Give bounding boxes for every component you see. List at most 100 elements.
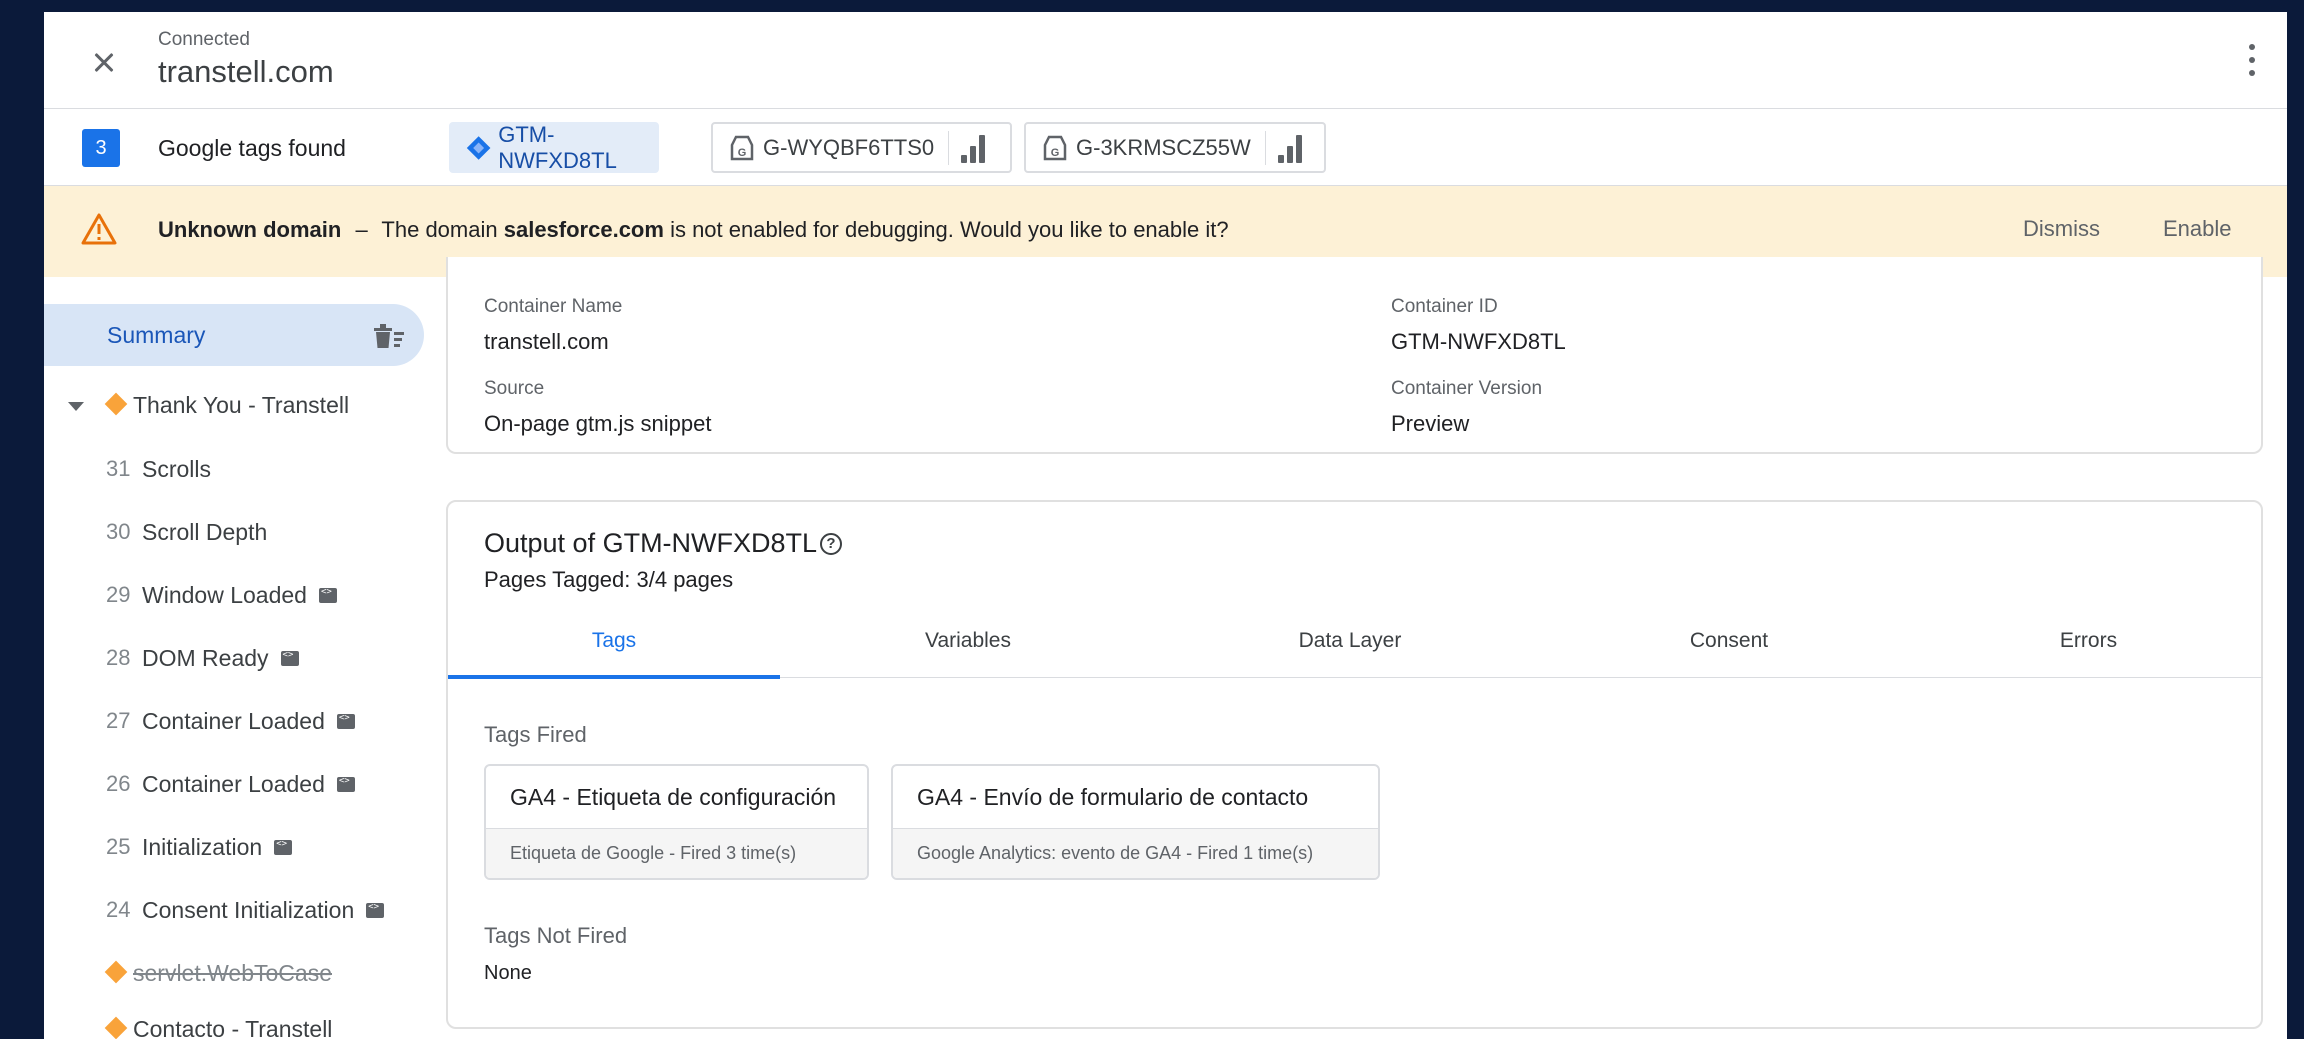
code-icon <box>318 587 337 604</box>
clear-all-icon[interactable] <box>372 322 406 350</box>
code-icon <box>366 902 385 919</box>
event-number: 25 <box>106 834 131 859</box>
container-version-label: Container Version <box>1391 378 1543 399</box>
banner-domain: salesforce.com <box>503 217 664 242</box>
summary-label: Summary <box>107 322 206 348</box>
code-icon <box>336 776 355 793</box>
main-panel: Container Name transtell.com Container I… <box>440 257 2287 1039</box>
connection-status: Connected <box>158 29 250 50</box>
event-sidebar: Summary Thank You - Transtell 31 Scrolls… <box>44 277 440 1039</box>
tag-chip-label: G-WYQBF6TTS0 <box>763 134 935 160</box>
container-id-label: Container ID <box>1391 296 1498 317</box>
google-tag-icon: G <box>730 135 754 160</box>
output-title: Output of GTM-NWFXD8TL <box>484 528 818 558</box>
event-label: Consent Initialization <box>142 897 355 923</box>
event-label: Container Loaded <box>142 708 325 734</box>
page-group-label: Thank You - Transtell <box>133 392 350 418</box>
sidebar-event[interactable]: 24 Consent Initialization <box>44 885 424 935</box>
tab-errors[interactable]: Errors <box>1914 618 2263 678</box>
event-number: 26 <box>106 771 131 796</box>
sidebar-page-thank-you[interactable]: Thank You - Transtell <box>44 380 424 430</box>
signal-bars-icon[interactable] <box>959 131 989 165</box>
signal-bars-icon[interactable] <box>1276 131 1306 165</box>
source-label: Source <box>484 378 545 399</box>
warning-icon <box>81 213 117 245</box>
page-diamond-icon <box>104 960 128 984</box>
gtm-diamond-icon <box>466 135 491 160</box>
tag-chip-ga4-2[interactable]: G G-3KRMSCZ55W <box>1024 122 1326 173</box>
event-number: 29 <box>106 582 131 607</box>
container-info-card: Container Name transtell.com Container I… <box>446 257 2263 454</box>
event-number: 28 <box>106 645 131 670</box>
sidebar-item-summary[interactable]: Summary <box>44 304 424 366</box>
dismiss-button[interactable]: Dismiss <box>2023 216 2100 242</box>
event-label: Initialization <box>142 834 263 860</box>
tag-chip-label: G-3KRMSCZ55W <box>1076 134 1251 160</box>
tags-not-fired-title: Tags Not Fired <box>484 923 628 948</box>
sidebar-event[interactable]: 28 DOM Ready <box>44 633 424 683</box>
tag-name: GA4 - Etiqueta de configuración <box>510 784 837 810</box>
expand-caret-icon[interactable] <box>68 402 84 411</box>
tag-chip-gtm[interactable]: GTM-NWFXD8TL <box>449 122 659 173</box>
event-number: 30 <box>106 519 131 544</box>
banner-message: Unknown domain – The domain salesforce.c… <box>158 217 1229 243</box>
tab-variables[interactable]: Variables <box>780 618 1156 678</box>
tab-tags[interactable]: Tags <box>448 618 780 679</box>
event-label: Scroll Depth <box>142 519 268 545</box>
svg-text:G: G <box>1051 147 1060 159</box>
banner-post: is not enabled for debugging. Would you … <box>670 217 1229 242</box>
container-version-value: Preview <box>1391 411 1470 436</box>
tag-name: GA4 - Envío de formulario de contacto <box>917 784 1309 810</box>
banner-title: Unknown domain <box>158 217 342 242</box>
chip-divider <box>948 130 950 165</box>
tab-data-layer[interactable]: Data Layer <box>1156 618 1544 678</box>
event-label: Container Loaded <box>142 771 325 797</box>
fired-tag-card[interactable]: GA4 - Etiqueta de configuración Etiqueta… <box>484 764 869 880</box>
output-card: Output of GTM-NWFXD8TL ? Pages Tagged: 3… <box>446 500 2263 1029</box>
event-number: 24 <box>106 897 131 922</box>
sidebar-event[interactable]: 25 Initialization <box>44 822 424 872</box>
sidebar-event[interactable]: 30 Scroll Depth <box>44 507 424 557</box>
page-label: Contacto - Transtell <box>133 1016 333 1039</box>
output-tabs: Tags Variables Data Layer Consent Errors <box>448 618 2263 679</box>
banner-pre: The domain <box>381 217 498 242</box>
tag-card-footer: Etiqueta de Google - Fired 3 time(s) <box>486 828 867 878</box>
tag-assistant-window: Connected transtell.com 3 Google tags fo… <box>44 12 2287 1039</box>
code-icon <box>336 713 355 730</box>
tag-card-footer: Google Analytics: evento de GA4 - Fired … <box>893 828 1378 878</box>
tags-found-label: Google tags found <box>158 135 346 161</box>
google-tags-bar: 3 Google tags found GTM-NWFXD8TL G G-WYQ… <box>44 109 2287 186</box>
event-label: DOM Ready <box>142 645 269 671</box>
tag-chip-label: GTM-NWFXD8TL <box>498 121 617 173</box>
sidebar-event[interactable]: 27 Container Loaded <box>44 696 424 746</box>
tag-count-badge: 3 <box>82 129 120 167</box>
sidebar-event[interactable]: 31 Scrolls <box>44 444 424 494</box>
page-diamond-icon <box>104 1016 128 1039</box>
more-vert-icon[interactable] <box>2237 42 2267 78</box>
tags-not-fired-value: None <box>484 962 532 984</box>
pages-tagged: Pages Tagged: 3/4 pages <box>484 567 734 592</box>
sidebar-event[interactable]: 29 Window Loaded <box>44 570 424 620</box>
page-diamond-icon <box>104 392 128 416</box>
tag-chip-ga4-1[interactable]: G G-WYQBF6TTS0 <box>711 122 1012 173</box>
sidebar-event[interactable]: 26 Container Loaded <box>44 759 424 809</box>
container-name-label: Container Name <box>484 296 623 317</box>
event-number: 31 <box>106 456 131 481</box>
tags-fired-title: Tags Fired <box>484 722 587 747</box>
sidebar-page-contacto[interactable]: Contacto - Transtell <box>44 1004 424 1039</box>
tab-consent[interactable]: Consent <box>1544 618 1914 678</box>
help-icon[interactable]: ? <box>820 533 842 555</box>
code-icon <box>274 839 293 856</box>
header: Connected transtell.com <box>44 12 2287 109</box>
fired-tag-card[interactable]: GA4 - Envío de formulario de contacto Go… <box>891 764 1380 880</box>
tag-fired-info: Google Analytics: evento de GA4 - Fired … <box>917 843 1314 863</box>
sidebar-page-servlet[interactable]: servlet.WebToCase <box>44 948 424 998</box>
event-number: 27 <box>106 708 131 733</box>
chip-divider <box>1264 130 1266 165</box>
code-icon <box>280 650 299 667</box>
close-icon[interactable] <box>84 42 124 82</box>
container-id-value: GTM-NWFXD8TL <box>1391 329 1566 354</box>
enable-button[interactable]: Enable <box>2163 216 2232 242</box>
page-label-struck: servlet.WebToCase <box>133 960 332 986</box>
source-value: On-page gtm.js snippet <box>484 411 712 436</box>
